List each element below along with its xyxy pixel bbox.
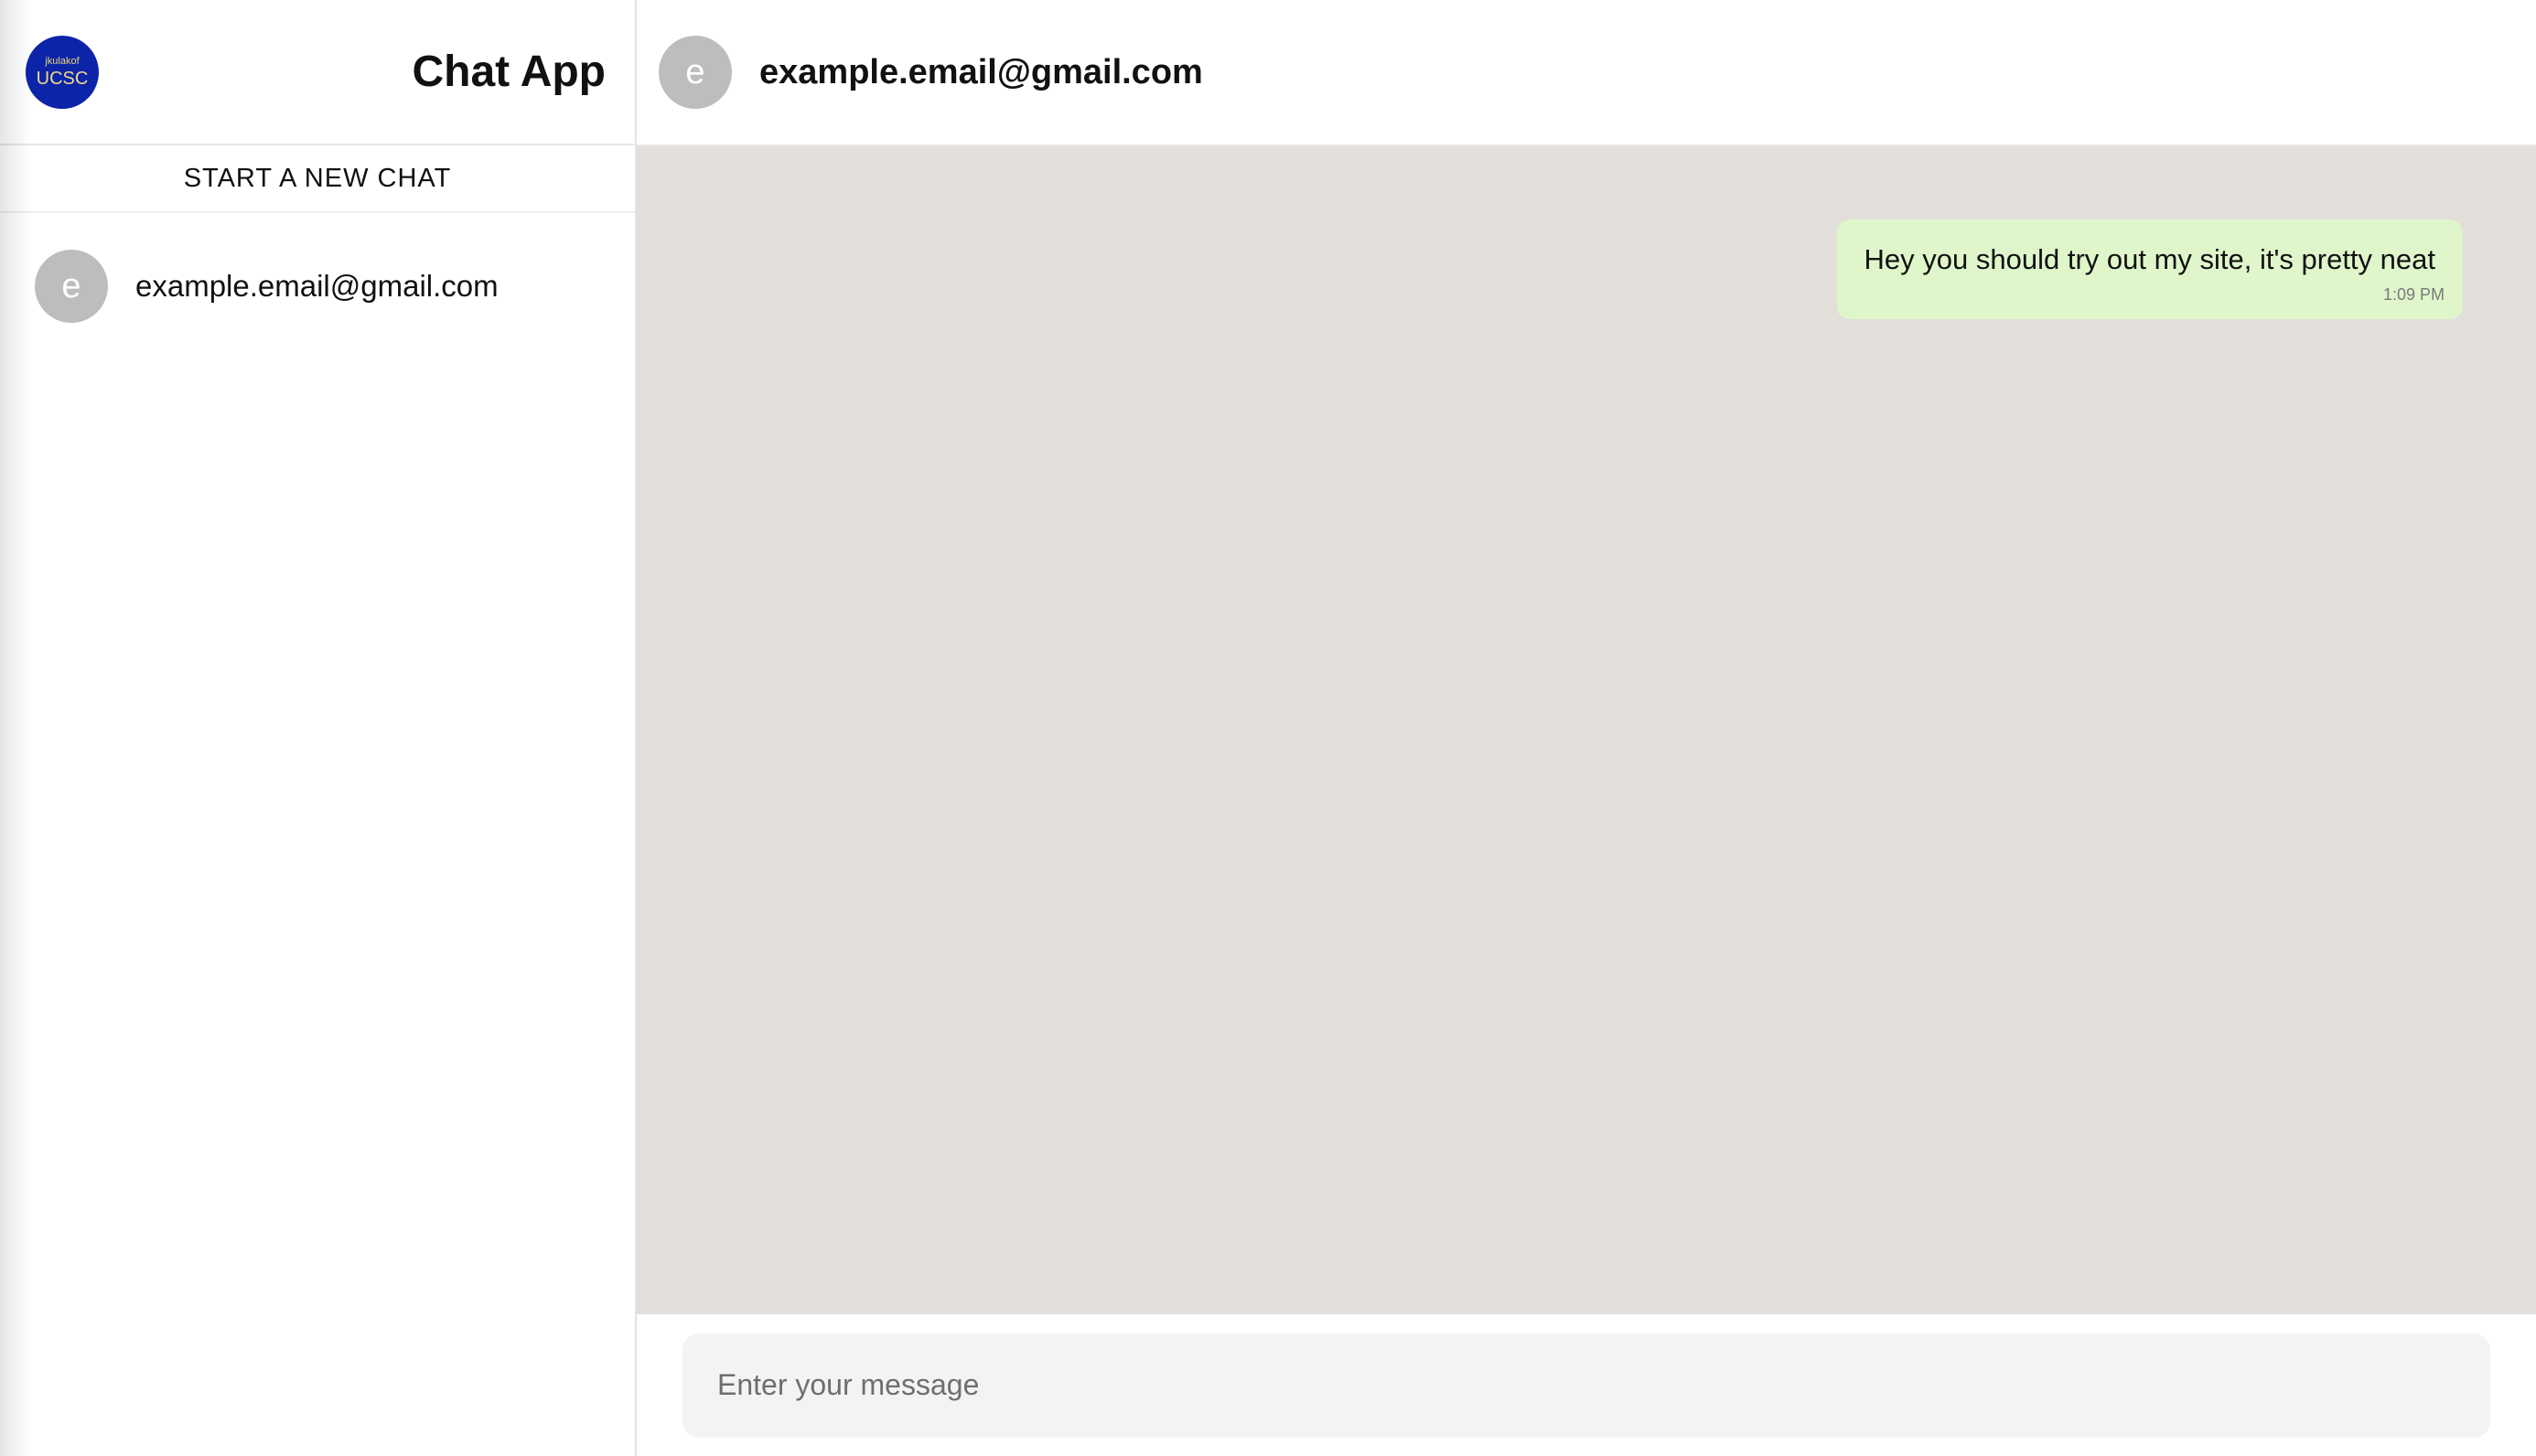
app-title: Chat App bbox=[412, 48, 606, 96]
message-timestamp: 1:09 PM bbox=[2382, 285, 2445, 304]
conversation-panel: e example.email@gmail.com Hey you should… bbox=[637, 0, 2536, 1456]
message-list[interactable]: Hey you should try out my site, it's pre… bbox=[637, 146, 2536, 1314]
avatar-letter-icon[interactable]: e bbox=[659, 36, 732, 109]
chat-app: jkulakof UCSC Chat App START A NEW CHAT … bbox=[0, 0, 2536, 1456]
sidebar: jkulakof UCSC Chat App START A NEW CHAT … bbox=[0, 0, 637, 1456]
outgoing-message-bubble[interactable]: Hey you should try out my site, it's pre… bbox=[1836, 219, 2463, 319]
ucsc-logo-icon[interactable]: jkulakof UCSC bbox=[26, 35, 99, 109]
logo-main-text: UCSC bbox=[36, 69, 89, 89]
message-text: Hey you should try out my site, it's pre… bbox=[1864, 243, 2435, 275]
start-new-chat-button[interactable]: START A NEW CHAT bbox=[0, 145, 635, 213]
logo-top-text: jkulakof bbox=[45, 56, 80, 67]
conversation-header: e example.email@gmail.com bbox=[637, 0, 2536, 146]
message-composer bbox=[637, 1314, 2536, 1456]
avatar-letter-icon: e bbox=[35, 250, 108, 323]
chat-list-item[interactable]: e example.email@gmail.com bbox=[0, 213, 635, 359]
contact-name: example.email@gmail.com bbox=[759, 52, 1203, 91]
chat-list-item-label: example.email@gmail.com bbox=[135, 269, 499, 303]
sidebar-header: jkulakof UCSC Chat App bbox=[0, 0, 635, 145]
message-input[interactable] bbox=[682, 1333, 2490, 1438]
